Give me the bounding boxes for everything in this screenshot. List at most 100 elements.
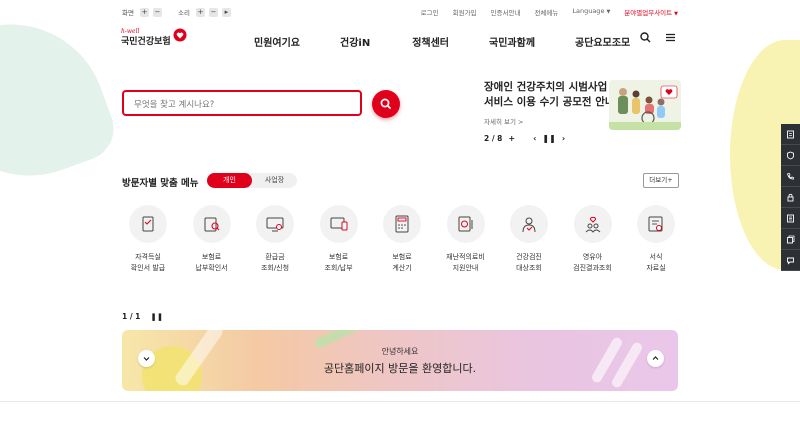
caret-down-icon: ▼ bbox=[674, 11, 678, 17]
welcome-greeting: 안녕하세요 bbox=[381, 347, 419, 356]
menu-item-label: 자격득실 확인서 발급 bbox=[130, 253, 166, 272]
copy-icon bbox=[787, 235, 795, 243]
document-icon bbox=[787, 130, 794, 138]
nav-item-5[interactable]: 공단요모조모 bbox=[575, 34, 630, 49]
menu-item-3[interactable]: 환급금 조회/신청 bbox=[249, 205, 301, 274]
utility-link-label: 분야별업무사이트 bbox=[624, 9, 673, 17]
quick-item-4[interactable] bbox=[781, 187, 800, 208]
chat-icon bbox=[787, 257, 794, 265]
header: h-well 국민건강보험 민원여기요 건강iN 정책센터 국민과함께 공단요모조모 bbox=[0, 22, 800, 58]
sound-label: 소리 bbox=[177, 9, 190, 17]
utility-link-6[interactable]: 분야별업무사이트 ▼ bbox=[624, 7, 678, 17]
menu-item-label: 재난적의료비 지원안내 bbox=[446, 253, 485, 272]
menu-item-4[interactable]: 보험료 조회/납부 bbox=[313, 205, 365, 274]
site-logo[interactable]: h-well 국민건강보험 bbox=[121, 28, 191, 54]
utility-link-4[interactable]: 전체메뉴 bbox=[534, 7, 558, 17]
menu-item-2[interactable]: 보험료 납부확인서 bbox=[186, 205, 238, 274]
banner-pager: 2 / 8 bbox=[484, 134, 503, 143]
quick-item-6[interactable] bbox=[781, 229, 800, 250]
phone-icon bbox=[787, 172, 794, 179]
menu-item-label: 보험료 조회/납부 bbox=[324, 253, 353, 272]
quick-item-2[interactable] bbox=[781, 145, 800, 166]
search-input[interactable] bbox=[124, 94, 360, 116]
menu-item-label: 보험료 계산기 bbox=[392, 253, 412, 272]
nav-item-4[interactable]: 국민과함께 bbox=[489, 34, 535, 49]
visitor-tab-1[interactable]: 개인 bbox=[207, 173, 252, 188]
search-icon bbox=[380, 98, 392, 110]
more-button[interactable]: 더보기+ bbox=[643, 173, 679, 188]
utility-link-label: 로그인 bbox=[420, 9, 439, 17]
nav-item-1[interactable]: 민원여기요 bbox=[254, 34, 300, 49]
banner-controls: 2 / 8 + ‹ ❚❚ › bbox=[484, 134, 565, 143]
quick-item-7[interactable] bbox=[781, 250, 800, 271]
sound-play-button[interactable]: ▸ bbox=[221, 7, 231, 17]
utility-link-label: 전체메뉴 bbox=[534, 9, 559, 17]
banner-add-button[interactable]: + bbox=[508, 134, 515, 143]
menu-page-indicator: 1 / 1 bbox=[122, 312, 141, 321]
menu-item-label: 영유아 검진결과조회 bbox=[573, 253, 612, 272]
quick-item-3[interactable] bbox=[781, 166, 800, 187]
divider bbox=[0, 401, 800, 402]
nav-item-2[interactable]: 건강iN bbox=[340, 34, 370, 49]
font-decrease-button[interactable]: − bbox=[152, 7, 162, 17]
banner-prev-button[interactable]: ‹ bbox=[533, 134, 536, 143]
utility-link-3[interactable]: 인증서안내 bbox=[491, 7, 521, 17]
banner-next-button[interactable]: › bbox=[562, 134, 565, 143]
sound-increase-button[interactable]: + bbox=[195, 7, 205, 17]
menu-item-9[interactable]: 서식 자료실 bbox=[630, 205, 682, 274]
search-field bbox=[122, 90, 362, 116]
certificate-icon bbox=[129, 205, 167, 243]
payment-monitor-icon bbox=[319, 205, 358, 243]
visitor-type-tabs: 개인 사업장 bbox=[207, 173, 297, 188]
banner-pause-button[interactable]: ❚❚ bbox=[542, 134, 555, 143]
quick-item-1[interactable] bbox=[781, 124, 800, 145]
font-size-label: 화면 bbox=[122, 9, 134, 17]
infant-heart-icon bbox=[573, 205, 612, 243]
menu-item-5[interactable]: 보험료 계산기 bbox=[376, 205, 428, 274]
caret-down-icon: ▼ bbox=[606, 9, 611, 15]
visitor-menu-title: 방문자별 맞춤 메뉴 bbox=[122, 178, 199, 189]
menu-pager: 1 / 1 ❚❚ bbox=[122, 312, 163, 321]
utility-link-2[interactable]: 회원가입 bbox=[453, 7, 477, 17]
utility-bar: 화면 + − 소리 + − ▸ 로그인 회원가입 인증서안내 전체메뉴 Language… bbox=[0, 0, 800, 22]
menu-item-label: 건강검진 대상조회 bbox=[516, 253, 542, 272]
utility-link-5[interactable]: Language ▼ bbox=[572, 7, 610, 17]
quick-menu-grid: 자격득실 확인서 발급 보험료 납부확인서 환급금 조회/신청 보험료 조회/납부 보험… bbox=[122, 205, 682, 274]
menu-pause-button[interactable]: ❚❚ bbox=[150, 312, 163, 321]
refund-monitor-icon bbox=[256, 205, 294, 243]
utility-link-1[interactable]: 로그인 bbox=[421, 7, 439, 17]
shield-icon bbox=[787, 151, 794, 159]
menu-item-label: 환급금 조회/신청 bbox=[260, 253, 290, 272]
search-icon[interactable] bbox=[640, 32, 651, 43]
calculator-icon bbox=[383, 205, 421, 243]
chevron-up-icon bbox=[652, 356, 659, 360]
welcome-message: 공단홈페이지 방문을 환영합니다. bbox=[323, 362, 477, 375]
sound-decrease-button[interactable]: − bbox=[208, 7, 218, 17]
menu-item-1[interactable]: 자격득실 확인서 발급 bbox=[122, 205, 174, 274]
utility-link-label: Language bbox=[572, 7, 605, 15]
accessibility-controls: 화면 + − 소리 + − ▸ bbox=[122, 7, 231, 17]
list-icon bbox=[787, 214, 794, 222]
hamburger-menu-icon[interactable] bbox=[665, 32, 676, 43]
heart-logo-icon bbox=[173, 28, 187, 42]
font-increase-button[interactable]: + bbox=[139, 7, 149, 17]
form-document-icon bbox=[637, 205, 675, 243]
quick-item-5[interactable] bbox=[781, 208, 800, 229]
menu-item-label: 서식 자료실 bbox=[646, 253, 666, 272]
menu-item-8[interactable]: 영유아 검진결과조회 bbox=[567, 205, 619, 274]
menu-item-label: 보험료 납부확인서 bbox=[195, 253, 228, 272]
people-illustration-icon bbox=[609, 80, 681, 130]
menu-item-7[interactable]: 건강검진 대상조회 bbox=[503, 205, 555, 274]
main-navigation: 민원여기요 건강iN 정책센터 국민과함께 공단요모조모 bbox=[254, 34, 670, 49]
utility-link-label: 인증서안내 bbox=[490, 9, 521, 17]
lock-icon bbox=[787, 193, 794, 201]
utility-link-label: 회원가입 bbox=[452, 9, 477, 17]
menu-item-6[interactable]: 재난적의료비 지원안내 bbox=[440, 205, 492, 274]
nav-item-3[interactable]: 정책센터 bbox=[412, 34, 449, 49]
welcome-collapse-button[interactable] bbox=[647, 350, 664, 367]
document-search-icon bbox=[192, 205, 231, 243]
visitor-tab-2[interactable]: 사업장 bbox=[252, 173, 297, 188]
banner-illustration bbox=[609, 80, 681, 130]
search-button[interactable] bbox=[372, 90, 400, 118]
quick-menu-bar bbox=[781, 124, 800, 271]
